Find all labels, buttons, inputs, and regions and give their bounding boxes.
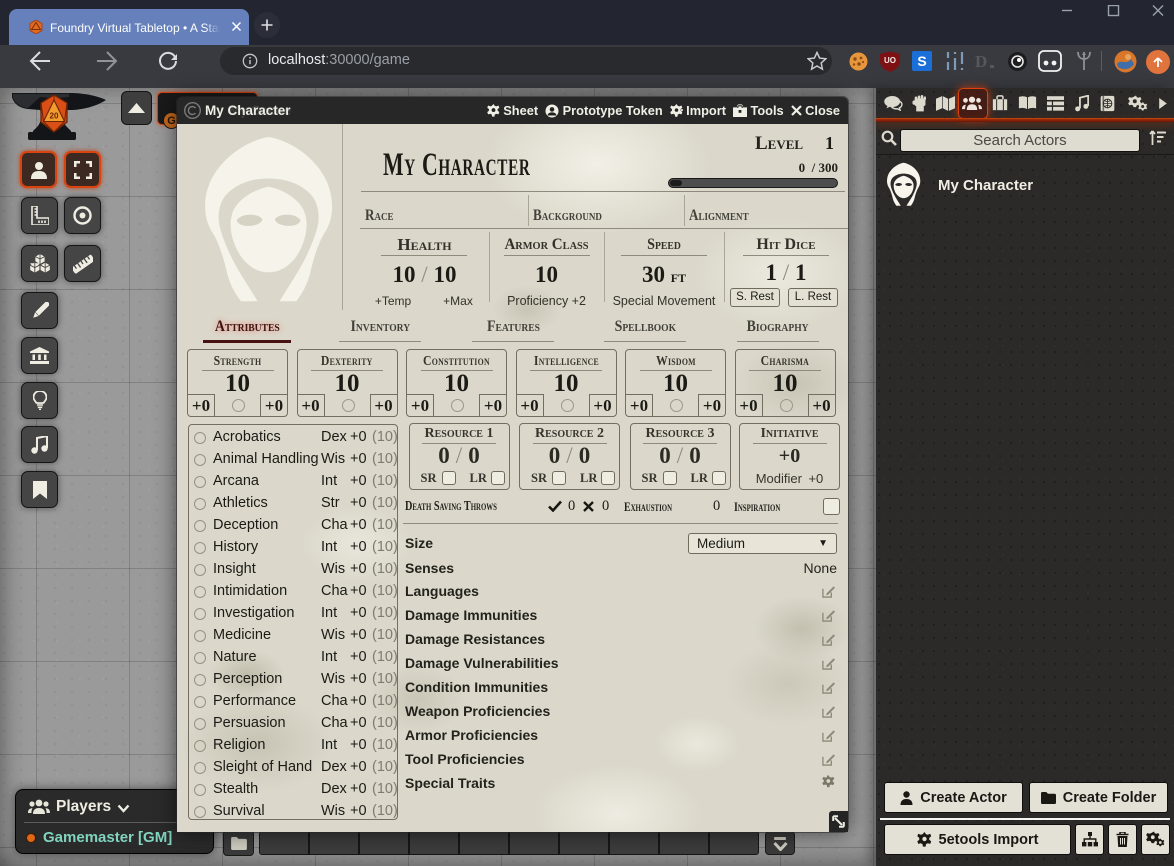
svg-text:20: 20 bbox=[50, 112, 59, 121]
svg-text:D: D bbox=[975, 52, 987, 71]
svg-text:UO: UO bbox=[884, 56, 896, 65]
svg-text:S: S bbox=[917, 53, 926, 69]
